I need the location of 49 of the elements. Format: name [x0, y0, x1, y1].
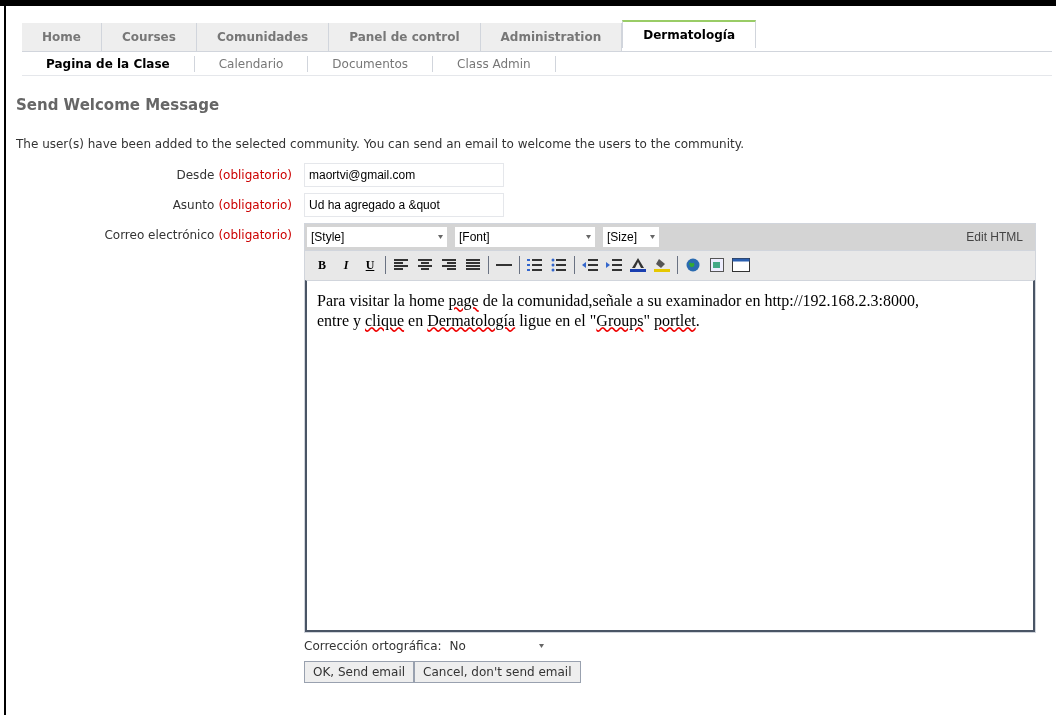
- form-button[interactable]: OK, Send email: [304, 660, 415, 683]
- outdent-icon[interactable]: [581, 257, 599, 273]
- nav-tab[interactable]: Courses: [101, 23, 197, 51]
- sub-tab[interactable]: Calendario: [194, 55, 309, 72]
- align-center-icon[interactable]: [416, 257, 434, 273]
- intro-text: The user(s) have been added to the selected community. You can send an email to welcome the users to the community.: [16, 135, 745, 153]
- spellcheck-dropdown[interactable]: No: [449, 636, 550, 655]
- email-body-text[interactable]: Para visitar la home page de la comunidad,señale a su examinador en http://192.168.2.3:8000, entre y clique en Dermatología ligue en el "Groups" portlet.: [317, 290, 1023, 331]
- field-label: Desde: [176, 166, 215, 184]
- format-button[interactable]: U: [361, 256, 379, 274]
- caret-icon: [538, 643, 544, 648]
- align-left-icon[interactable]: [392, 257, 410, 273]
- numbered-list-icon[interactable]: [526, 257, 544, 273]
- spellcheck-label: Corrección ortográfica:: [304, 637, 442, 655]
- highlight-color-icon[interactable]: [653, 257, 671, 273]
- justify-icon[interactable]: [464, 257, 482, 273]
- page-heading: Send Welcome Message: [16, 95, 221, 116]
- dropdown[interactable]: [Size]: [603, 226, 659, 247]
- text-color-icon[interactable]: [629, 257, 647, 273]
- required-note: (obligatorio): [218, 166, 292, 184]
- required-note: (obligatorio): [218, 226, 292, 244]
- nav-tab[interactable]: Comunidades: [196, 23, 330, 51]
- caret-icon: [650, 234, 655, 239]
- nav-tab[interactable]: Dermatología: [622, 20, 756, 48]
- field-label: Asunto: [172, 196, 215, 214]
- caret-icon: [586, 234, 591, 239]
- format-button[interactable]: B: [313, 256, 331, 274]
- dropdown[interactable]: [Style]: [307, 226, 447, 247]
- align-right-icon[interactable]: [440, 257, 458, 273]
- sub-tab[interactable]: Pagina de la Clase: [22, 55, 195, 72]
- format-button[interactable]: I: [337, 256, 355, 274]
- globe-icon[interactable]: [684, 257, 702, 273]
- sub-tab[interactable]: Documentos: [308, 55, 434, 72]
- dropdown[interactable]: [Font]: [455, 226, 595, 247]
- text-input[interactable]: maortvi@gmail.com: [304, 162, 504, 187]
- nav-tab[interactable]: Panel de control: [329, 23, 481, 51]
- fullscreen-icon[interactable]: [732, 257, 750, 273]
- text-input[interactable]: Ud ha agregado a &quot: [304, 192, 504, 217]
- nav-tab[interactable]: Home: [22, 23, 102, 51]
- indent-icon[interactable]: [605, 257, 623, 273]
- image-icon[interactable]: [708, 257, 726, 273]
- caret-icon: [438, 234, 443, 239]
- sub-tab[interactable]: Class Admin: [433, 55, 556, 72]
- field-label: Correo electrónico: [104, 226, 215, 244]
- nav-tab[interactable]: Administration: [480, 23, 623, 51]
- required-note: (obligatorio): [218, 196, 292, 214]
- edit-html-link[interactable]: Edit HTML: [966, 227, 1033, 246]
- bullet-list-icon[interactable]: [550, 257, 568, 273]
- form-button[interactable]: Cancel, don't send email: [414, 660, 581, 683]
